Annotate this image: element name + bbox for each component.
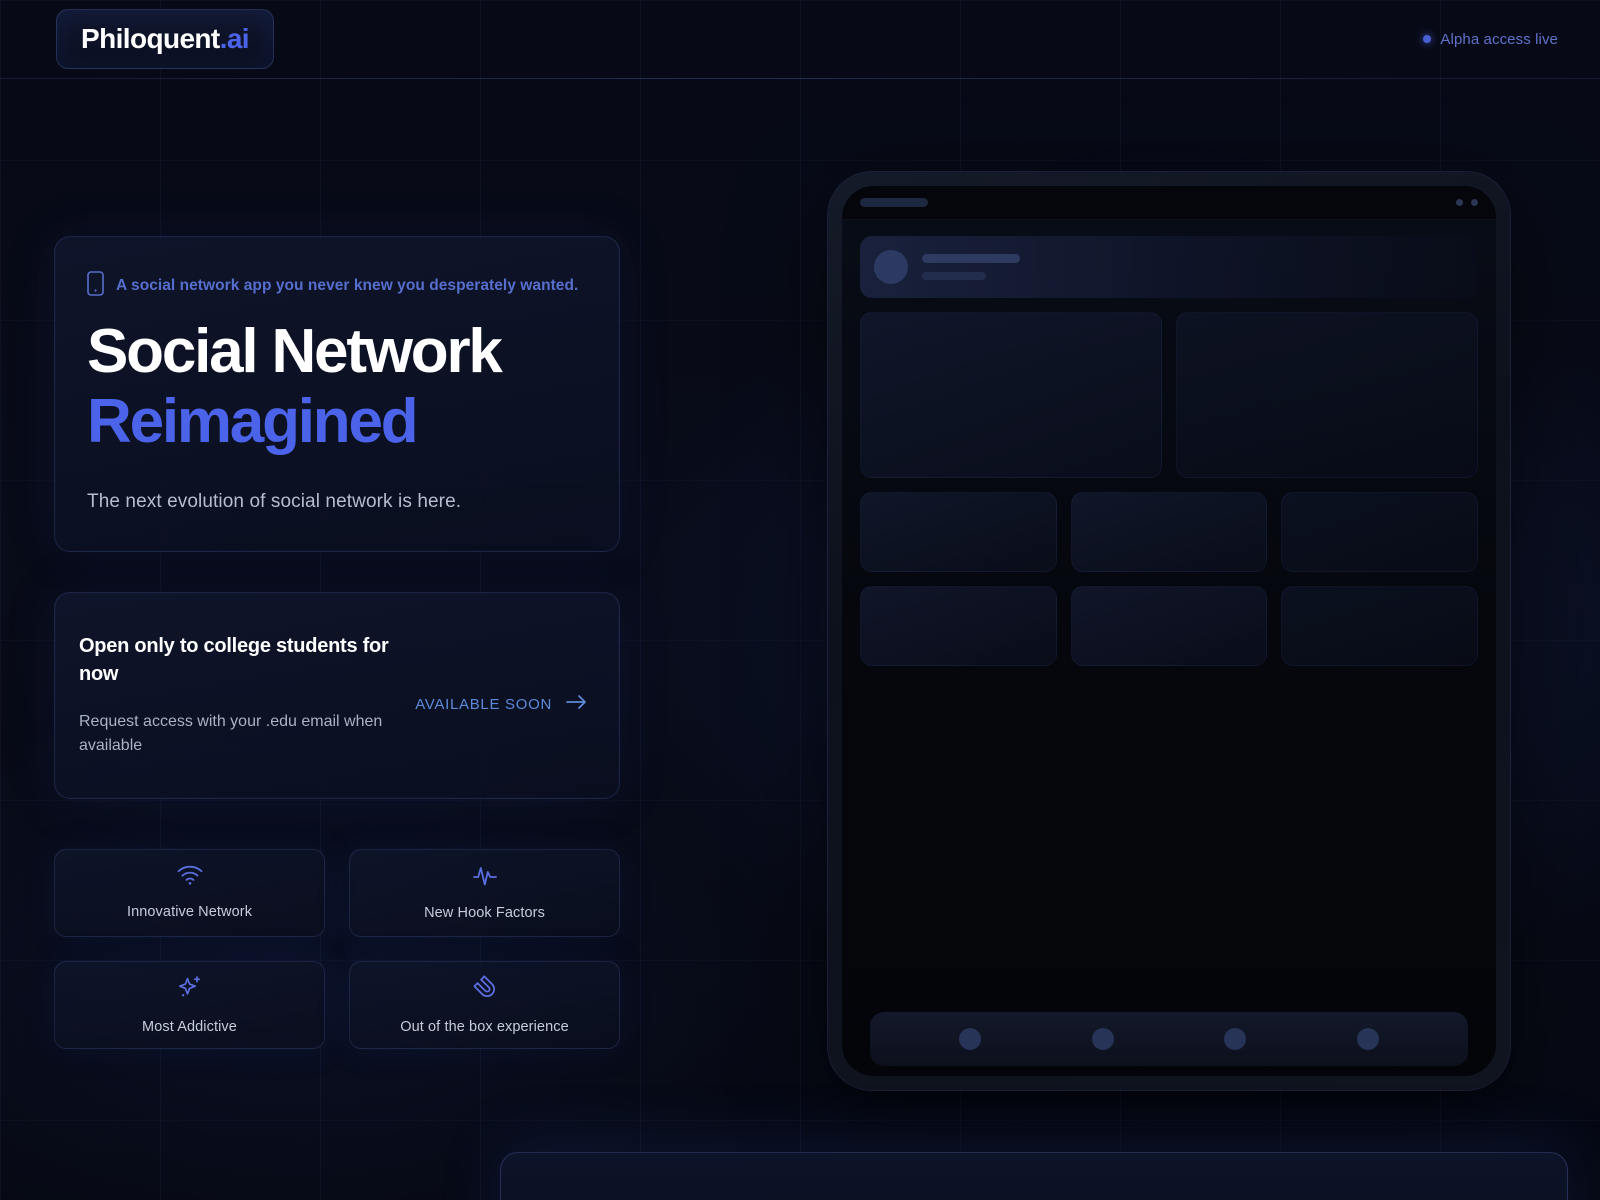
access-card-title: Open only to college students for now (79, 635, 389, 685)
hero-title-line1: Social Network (87, 317, 503, 386)
activity-pulse-icon (472, 864, 498, 891)
feature-tile-most-addictive[interactable]: Most Addictive (54, 960, 325, 1049)
brand-logo[interactable]: Philoquent .ai (56, 9, 274, 69)
brand-logo-name: Philoquent (81, 23, 220, 54)
feature-tile-grid: Innovative Network New Hook Factors Most… (54, 848, 620, 1049)
feed-card-placeholder[interactable] (860, 586, 1057, 666)
access-card: Open only to college students for now Re… (54, 592, 620, 799)
device-screen (842, 186, 1496, 1076)
brand-logo-suffix: .ai (219, 23, 250, 54)
header-divider-line (0, 78, 1600, 79)
next-section-card (500, 1152, 1568, 1200)
profile-row-placeholder (860, 236, 1478, 298)
arrow-right-icon (566, 694, 587, 714)
nav-item-icon[interactable] (959, 1028, 982, 1050)
screen-empty-space (860, 680, 1478, 998)
smartphone-icon (87, 271, 104, 301)
available-soon-label: AVAILABLE SOON (415, 695, 552, 713)
hero-eyebrow: A social network app you never knew you … (87, 271, 587, 301)
page-title: Social Network Reimagined (87, 321, 587, 453)
left-content-column: A social network app you never knew you … (54, 236, 620, 1049)
hero-eyebrow-text: A social network app you never knew you … (116, 277, 579, 294)
access-card-text: Open only to college students for now Re… (79, 633, 395, 758)
feed-card-row-small-1 (860, 492, 1478, 572)
feature-tile-new-hook-factors[interactable]: New Hook Factors (349, 848, 620, 937)
status-badge: Alpha access live (1413, 25, 1568, 54)
feed-card-placeholder[interactable] (860, 312, 1162, 478)
access-card-action: AVAILABLE SOON (415, 676, 587, 714)
feature-tile-out-of-the-box[interactable]: Out of the box experience (349, 960, 620, 1049)
feature-tile-label: Most Addictive (142, 1019, 237, 1036)
wifi-icon (177, 865, 203, 890)
feed-card-placeholder[interactable] (860, 492, 1057, 572)
device-bottom-nav (870, 1012, 1468, 1066)
sparkles-icon (177, 974, 203, 1005)
hero-title-line2: Reimagined (87, 387, 419, 456)
window-controls (1456, 199, 1478, 206)
available-soon-button[interactable]: AVAILABLE SOON (415, 694, 587, 714)
feature-tile-innovative-network[interactable]: Innovative Network (54, 848, 325, 937)
hero-card: A social network app you never knew you … (54, 236, 620, 552)
nav-item-icon[interactable] (1356, 1028, 1379, 1050)
feed-card-placeholder[interactable] (1281, 492, 1478, 572)
feed-card-row-large (860, 312, 1478, 478)
feed-card-placeholder[interactable] (1070, 586, 1268, 666)
profile-text-placeholder (922, 254, 1020, 280)
device-screen-body (842, 220, 1496, 1076)
window-dot-icon[interactable] (1471, 199, 1478, 206)
landing-page-root: Philoquent .ai Alpha access live A social… (0, 0, 1600, 1200)
placeholder-line (922, 272, 986, 280)
placeholder-line (922, 254, 1020, 263)
feature-tile-label: Out of the box experience (400, 1019, 569, 1036)
window-title-placeholder (860, 198, 928, 207)
feed-card-placeholder[interactable] (1176, 312, 1478, 478)
nav-item-icon[interactable] (1224, 1028, 1247, 1050)
feature-tile-label: New Hook Factors (424, 905, 545, 922)
access-card-description: Request access with your .edu email when… (79, 713, 383, 754)
device-titlebar (842, 186, 1496, 220)
feed-card-placeholder[interactable] (1070, 492, 1268, 572)
feed-card-placeholder[interactable] (1281, 586, 1478, 666)
window-dot-icon[interactable] (1456, 199, 1463, 206)
status-dot-icon (1423, 35, 1432, 43)
page-header: Philoquent .ai Alpha access live (0, 0, 1600, 78)
magnet-icon (472, 974, 498, 1005)
avatar (874, 250, 908, 284)
status-badge-label: Alpha access live (1440, 30, 1558, 48)
device-mockup (828, 172, 1510, 1090)
feed-card-row-small-2 (860, 586, 1478, 666)
feature-tile-label: Innovative Network (126, 904, 253, 921)
nav-item-icon[interactable] (1091, 1028, 1114, 1050)
hero-subtitle: The next evolution of social network is … (87, 491, 462, 512)
